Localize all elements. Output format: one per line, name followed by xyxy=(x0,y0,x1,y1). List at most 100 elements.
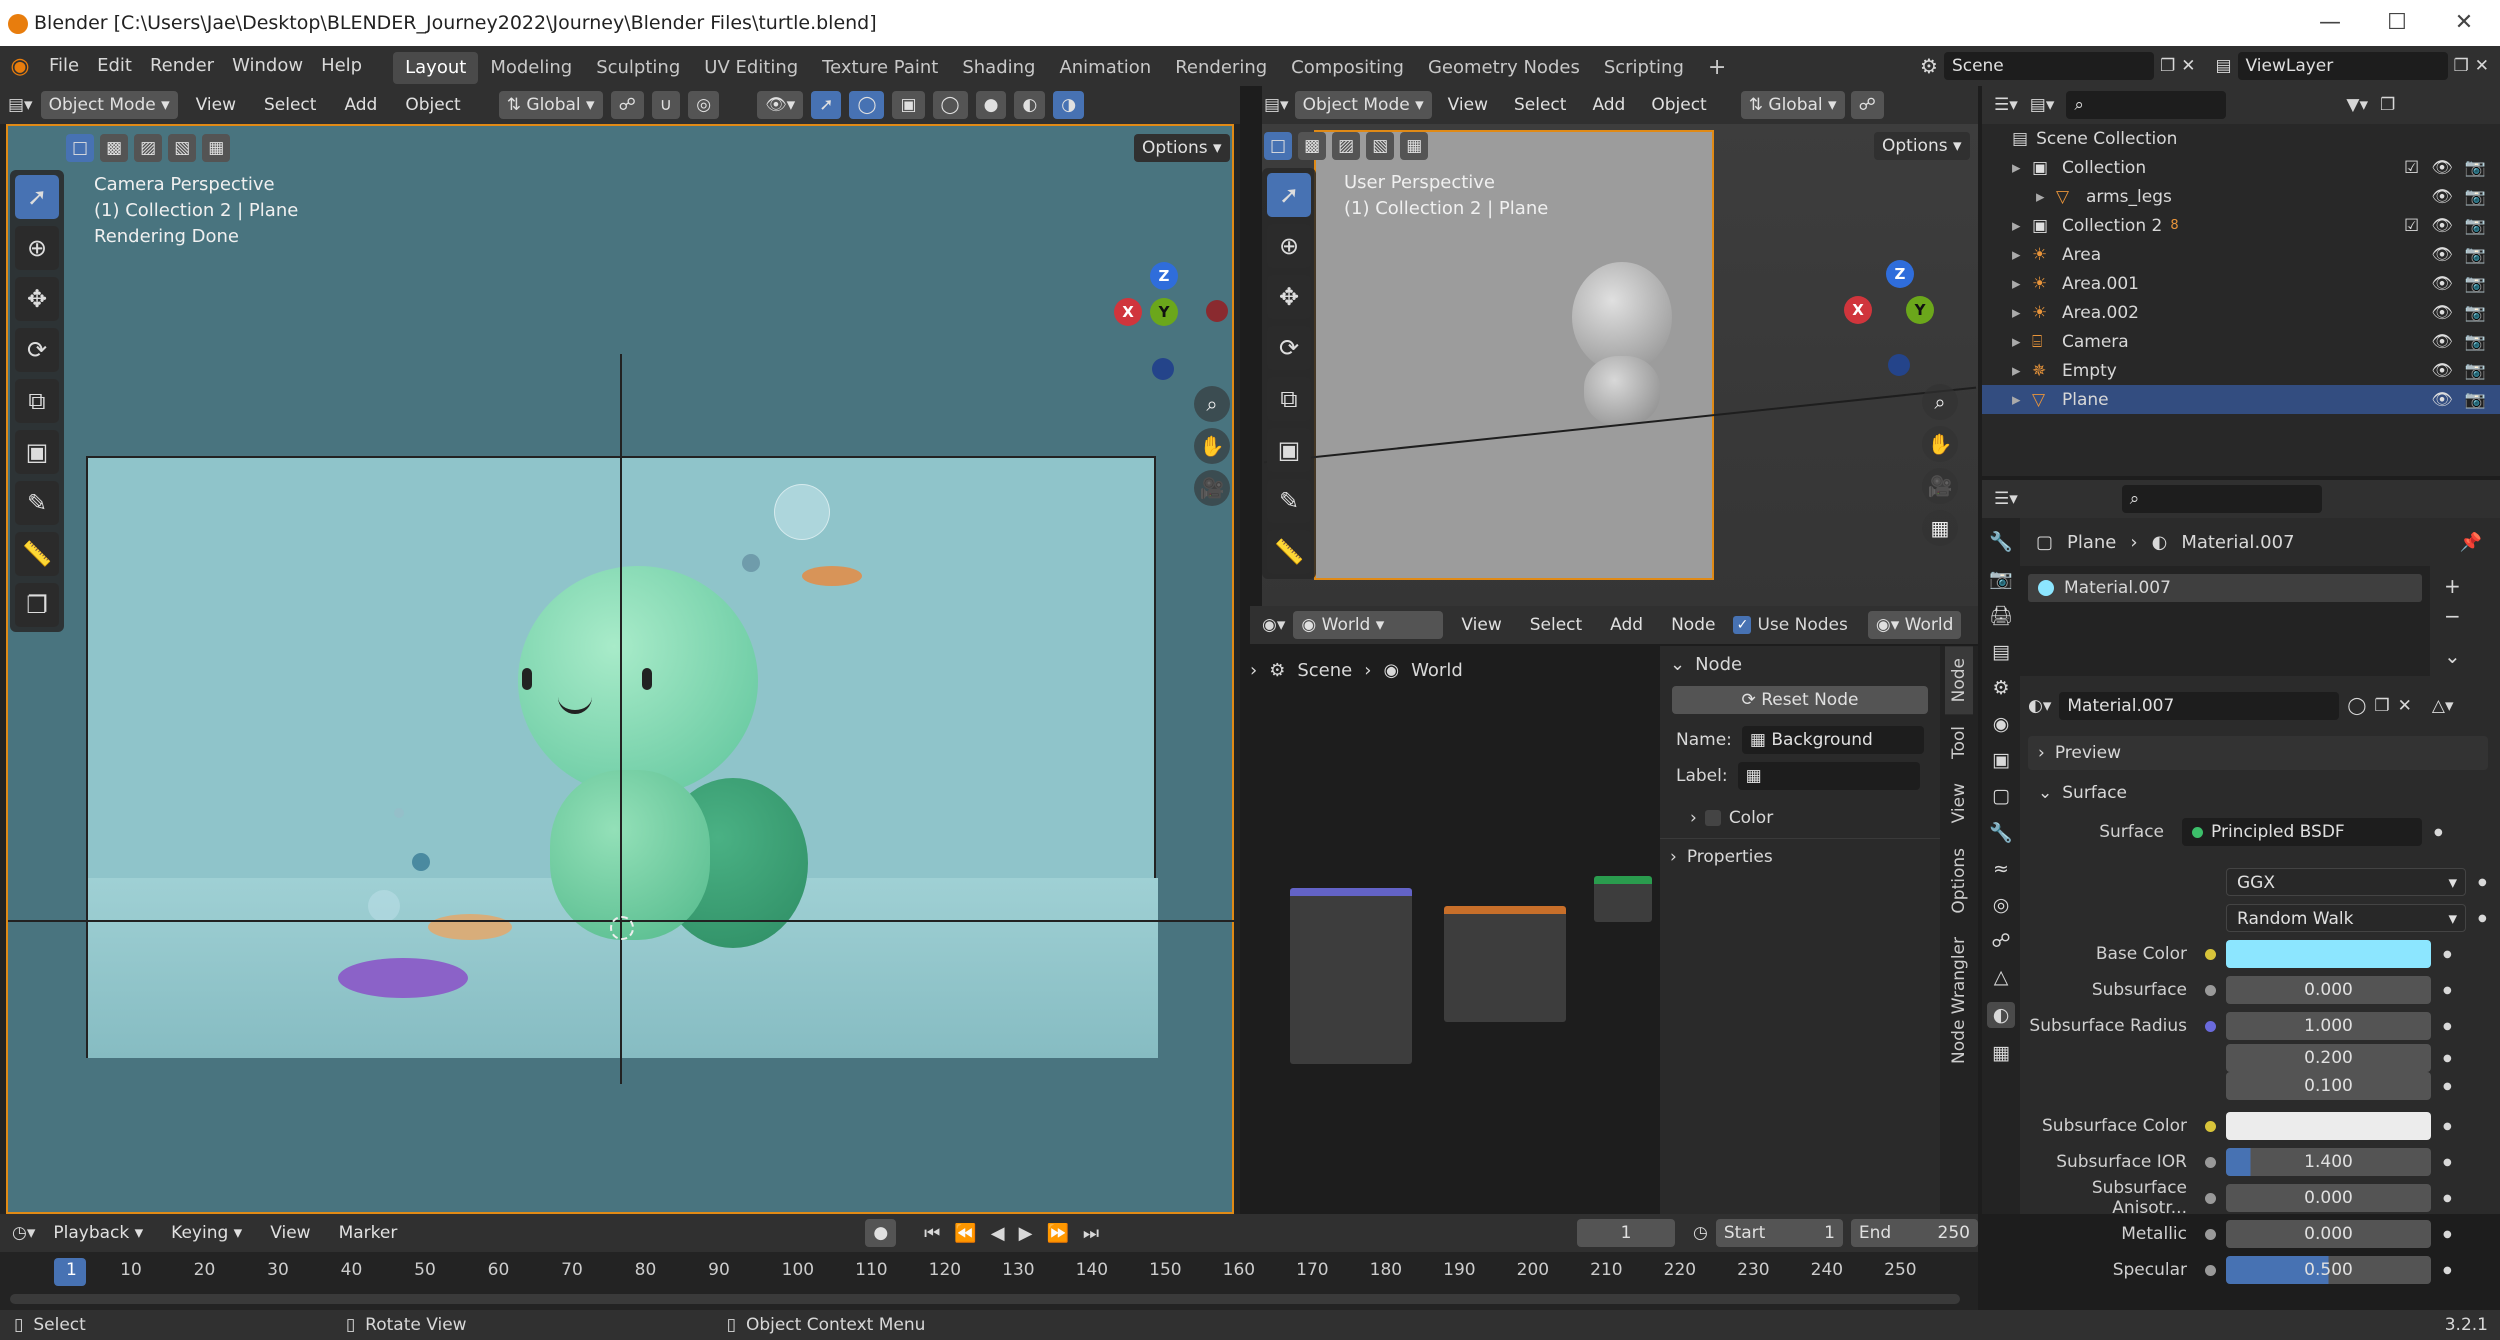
zoom-icon-right[interactable]: ⌕ xyxy=(1922,384,1958,420)
socket-dot-icon[interactable] xyxy=(2205,948,2216,960)
orientation-dropdown-right[interactable]: ⇅ Global ▾ xyxy=(1740,91,1845,119)
preview-range-icon[interactable]: ◷ xyxy=(1693,1223,1708,1243)
gizmo-toggle-icon[interactable]: ➚ xyxy=(811,91,842,119)
tab-node[interactable]: Node xyxy=(1945,646,1973,715)
tab-modeling[interactable]: Modeling xyxy=(478,52,584,84)
keyframe-dot-icon[interactable]: ● xyxy=(2443,1229,2452,1240)
keyframe-dot-icon[interactable]: ● xyxy=(2443,1265,2452,1276)
menu-add-right[interactable]: Add xyxy=(1582,91,1635,119)
menu-object[interactable]: Object xyxy=(395,91,470,119)
socket-dot-icon[interactable] xyxy=(2205,1192,2216,1204)
numeric-slider[interactable]: 0.500 xyxy=(2226,1256,2431,1284)
gizmo-y-axis-right[interactable]: Y xyxy=(1906,296,1934,324)
start-frame-field[interactable]: Start 1 xyxy=(1715,1219,1843,1247)
material-name-field[interactable]: Material.007 xyxy=(2059,692,2340,720)
outliner-row[interactable]: ▸ ⌸ Camera 👁 📷 xyxy=(1982,327,2500,356)
keyframe-dot-icon[interactable]: ● xyxy=(2478,877,2487,888)
pin-icon[interactable]: 📌 xyxy=(2460,532,2482,553)
annotate-tool-icon[interactable]: ✎ xyxy=(15,481,59,525)
socket-dot-icon[interactable] xyxy=(2205,1120,2216,1132)
select-extend-icon-right[interactable]: ▩ xyxy=(1298,132,1327,160)
socket-dot-icon[interactable] xyxy=(2205,984,2216,996)
tab-view[interactable]: View xyxy=(1945,771,1973,835)
world-tab-icon[interactable]: ◉ xyxy=(1993,713,2010,735)
transform-tool-icon-right[interactable]: ▣ xyxy=(1267,428,1311,472)
select-box-tool-icon-right[interactable]: ➚ xyxy=(1267,173,1311,217)
render-camera-icon[interactable]: 📷 xyxy=(2465,303,2486,323)
prev-keyframe-icon[interactable]: ⏪ xyxy=(954,1223,976,1244)
background-node[interactable] xyxy=(1594,876,1652,922)
outliner-row[interactable]: ▸ ▣ Collection 2 8 ☑ 👁 📷 xyxy=(1982,211,2500,240)
tab-rendering[interactable]: Rendering xyxy=(1163,52,1279,84)
keyframe-dot-icon[interactable]: ● xyxy=(2443,1081,2452,1092)
socket-dot-icon[interactable] xyxy=(2205,1156,2216,1168)
annotate-tool-icon-right[interactable]: ✎ xyxy=(1267,479,1311,523)
outliner-type-icon[interactable]: ☰▾ xyxy=(1994,95,2018,115)
view-layer-icon[interactable]: ▤ xyxy=(2215,56,2231,76)
color-checkbox[interactable] xyxy=(1704,810,1721,826)
expand-arrow-icon[interactable]: ▸ xyxy=(2012,245,2032,265)
visibility-eye-icon[interactable]: 👁 xyxy=(2431,158,2453,178)
render-tab-icon[interactable]: 📷 xyxy=(1989,567,2013,590)
move-tool-icon-right[interactable]: ✥ xyxy=(1267,275,1311,319)
gizmo-z-axis-right[interactable]: Z xyxy=(1886,260,1914,288)
keyframe-dot-icon[interactable]: ● xyxy=(2443,1021,2452,1032)
view-layer-field[interactable]: ViewLayer xyxy=(2237,52,2448,80)
gizmo-y-axis[interactable]: Y xyxy=(1150,298,1178,326)
render-camera-icon[interactable]: 📷 xyxy=(2465,361,2486,381)
numeric-slider[interactable]: 0.000 xyxy=(2226,1220,2431,1248)
particles-tab-icon[interactable]: ≈ xyxy=(1993,858,2009,880)
expand-arrow-icon[interactable]: ▸ xyxy=(2012,216,2032,236)
numeric-slider[interactable]: 0.000 xyxy=(2226,1184,2431,1212)
outliner-row[interactable]: ▸ ☀ Area.001 👁 📷 xyxy=(1982,269,2500,298)
scene-new-icon[interactable]: ❐ xyxy=(2160,56,2175,76)
move-tool-icon[interactable]: ✥ xyxy=(15,277,59,321)
outliner-row[interactable]: ▸ ✵ Empty 👁 📷 xyxy=(1982,356,2500,385)
keyframe-dot-icon[interactable]: ● xyxy=(2443,949,2452,960)
render-camera-icon[interactable]: 📷 xyxy=(2465,390,2486,410)
surface-shader-field[interactable]: Principled BSDF xyxy=(2182,818,2422,846)
object-tab-icon[interactable]: ▢ xyxy=(1992,785,2010,807)
keyframe-dot-icon[interactable]: ● xyxy=(2478,913,2487,924)
camera-viewport[interactable]: □ ▩ ▨ ▧ ▦ Options ▾ Camera Perspective (… xyxy=(6,124,1234,1214)
current-frame-field[interactable]: 1 xyxy=(1577,1219,1675,1247)
gizmo-z-axis[interactable]: Z xyxy=(1150,262,1178,290)
frame-ruler[interactable]: 1 10 20 30 40 50 60 70 80 90 100 110 120 130 140 150 160… xyxy=(0,1260,1978,1288)
expand-arrow-icon[interactable]: ▸ xyxy=(2012,158,2032,178)
properties-type-icon[interactable]: ☰▾ xyxy=(1994,489,2018,509)
select-subtract-icon-right[interactable]: ▨ xyxy=(1332,132,1361,160)
measure-tool-icon[interactable]: 📏 xyxy=(15,532,59,576)
scale-tool-icon-right[interactable]: ⧉ xyxy=(1267,377,1311,421)
node-menu-view[interactable]: View xyxy=(1451,611,1511,639)
menu-file[interactable]: File xyxy=(40,46,88,86)
link-data-icon[interactable]: △▾ xyxy=(2432,696,2454,716)
gizmo-x-axis[interactable]: X xyxy=(1114,298,1142,326)
node-editor-type-icon[interactable]: ◉▾ xyxy=(1262,615,1285,635)
numeric-slider[interactable]: 0.000 xyxy=(2226,976,2431,1004)
minimize-icon[interactable]: — xyxy=(2300,6,2360,40)
breadcrumb-toggle-icon[interactable]: › xyxy=(1250,660,1257,681)
outliner-row[interactable]: ▸ ▽ Plane 👁 📷 xyxy=(1982,385,2500,414)
unlink-material-icon[interactable]: ✕ xyxy=(2398,696,2412,716)
tab-options[interactable]: Options xyxy=(1945,836,1973,926)
tool-tab-icon[interactable]: 🔧 xyxy=(1989,530,2013,553)
snap-icon[interactable]: ∪ xyxy=(651,91,681,119)
select-extend-icon[interactable]: ▩ xyxy=(100,134,129,162)
menu-view[interactable]: View xyxy=(186,91,246,119)
camera-view-icon-right[interactable]: 🎥 xyxy=(1922,468,1958,504)
expand-arrow-icon[interactable]: ▸ xyxy=(2012,390,2032,410)
remove-slot-icon[interactable]: − xyxy=(2444,604,2461,628)
material-shading-icon[interactable]: ◐ xyxy=(1014,91,1046,119)
keyframe-dot-icon[interactable]: ● xyxy=(2443,1157,2452,1168)
end-frame-field[interactable]: End 250 xyxy=(1850,1219,1978,1247)
select-intersect-icon[interactable]: ▦ xyxy=(202,134,231,162)
node-name-field[interactable]: ▦ Background xyxy=(1741,726,1924,754)
scene-name-field[interactable]: Scene xyxy=(1943,52,2154,80)
tab-scripting[interactable]: Scripting xyxy=(1592,52,1696,84)
pivot-icon-right[interactable]: ☍ xyxy=(1850,91,1884,119)
display-mode-icon[interactable]: ▤▾ xyxy=(2030,95,2055,115)
select-invert-icon-right[interactable]: ▧ xyxy=(1366,132,1395,160)
render-camera-icon[interactable]: 📷 xyxy=(2465,274,2486,294)
select-box-tool-icon[interactable]: ➚ xyxy=(15,175,59,219)
tab-sculpting[interactable]: Sculpting xyxy=(584,52,692,84)
